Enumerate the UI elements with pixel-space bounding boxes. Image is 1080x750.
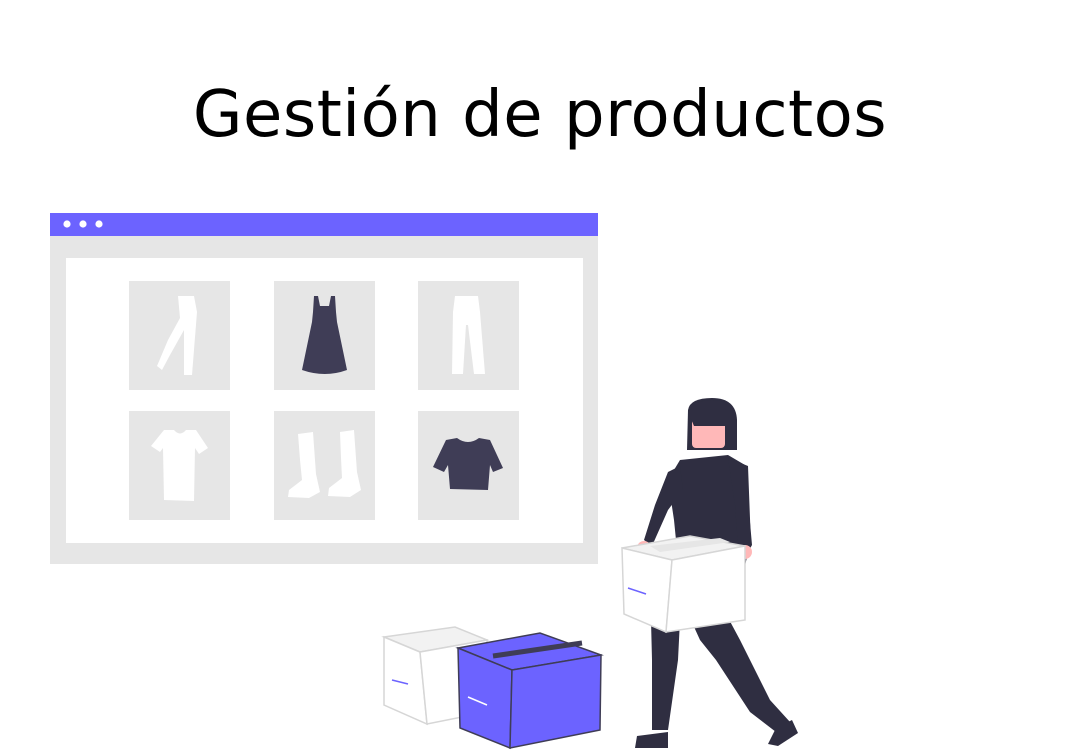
window-dot	[95, 220, 103, 228]
browser-titlebar	[50, 213, 598, 236]
browser-window	[50, 213, 598, 564]
product-tile[interactable]	[129, 411, 230, 520]
product-tile[interactable]	[418, 281, 519, 390]
product-tile[interactable]	[274, 281, 375, 390]
purple-box	[455, 632, 604, 750]
product-tile[interactable]	[274, 411, 375, 520]
person-carrying-box	[621, 398, 798, 748]
product-tile[interactable]	[129, 281, 230, 390]
product-tile[interactable]	[418, 411, 519, 520]
window-dot	[79, 220, 87, 228]
product-management-illustration	[50, 213, 798, 750]
window-dot	[63, 220, 71, 228]
